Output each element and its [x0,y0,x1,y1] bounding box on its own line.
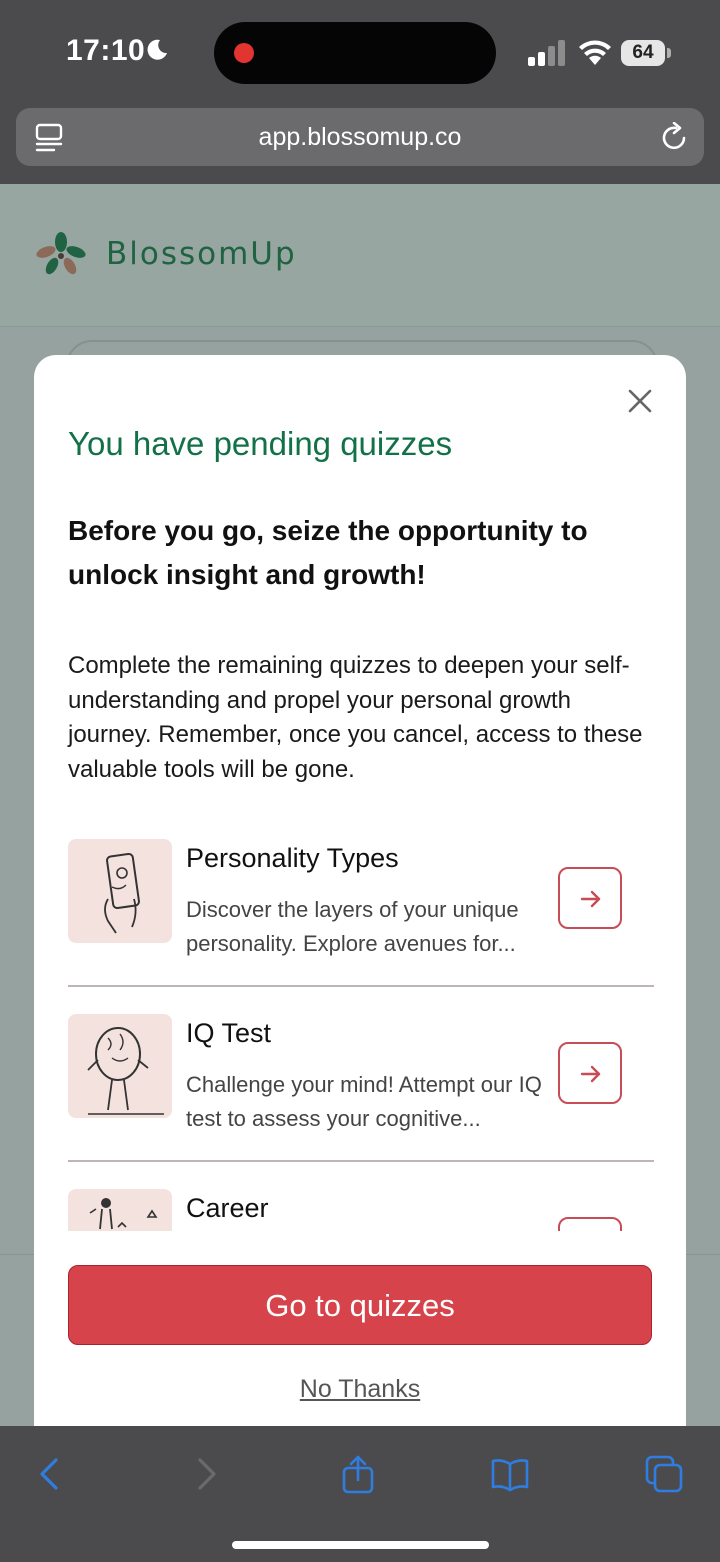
quiz-item-iq-test[interactable]: IQ Test Challenge your mind! Attempt our… [68,1014,654,1189]
moon-icon [147,39,167,60]
home-indicator [232,1541,489,1549]
signal-icon [528,40,565,66]
divider [68,985,654,987]
modal-body-text: Complete the remaining quizzes to deepen… [68,652,643,783]
modal-subtitle: Before you go, seize the opportunity to … [68,515,588,590]
modal-title: You have pending quizzes [68,425,453,462]
battery-level: 64 [621,40,665,66]
divider [68,1160,654,1162]
url-text[interactable]: app.blossomup.co [16,108,704,166]
browser-chrome: 17:10 64 app.blossomup.co [0,0,720,184]
quiz-thumbnail [68,839,172,943]
quiz-description: Challenge your mind! Attempt our IQ test… [186,1072,542,1131]
recording-indicator [234,43,254,63]
address-bar[interactable]: app.blossomup.co [16,108,704,166]
quiz-thumbnail [68,1189,172,1231]
battery-icon: 64 [621,40,673,66]
no-thanks-link[interactable]: No Thanks [34,1375,686,1404]
career-illustration-icon [89,1198,158,1230]
quiz-item-personality-types[interactable]: Personality Types Discover the layers of… [68,839,654,1014]
arrow-right-icon [580,1065,601,1083]
status-time: 17:10 [66,34,146,67]
wifi-icon [579,40,611,65]
share-icon[interactable] [338,1454,378,1494]
go-to-quizzes-button[interactable]: Go to quizzes [68,1265,652,1345]
quiz-title: Personality Types [186,843,399,873]
brain-character-illustration-icon [87,1027,164,1115]
quiz-title: Career [186,1193,269,1223]
tabs-icon[interactable] [644,1454,684,1494]
close-icon[interactable] [624,385,656,417]
forward-icon[interactable] [186,1454,226,1494]
dynamic-island [214,22,496,84]
open-quiz-button[interactable] [558,867,622,929]
brand-name: BlossomUp [106,236,297,272]
battery-tip [667,48,671,58]
open-quiz-button[interactable] [558,1042,622,1104]
quiz-title: IQ Test [186,1018,272,1048]
quiz-item-career[interactable]: Career [68,1189,654,1231]
phone-hand-illustration-icon [104,852,140,934]
quiz-list[interactable]: Personality Types Discover the layers of… [68,839,654,1231]
arrow-right-icon [580,890,601,908]
bookmarks-icon[interactable] [490,1454,530,1494]
reload-icon[interactable] [660,122,690,152]
open-quiz-button[interactable] [558,1217,622,1231]
quiz-thumbnail [68,1014,172,1118]
back-icon[interactable] [30,1454,70,1494]
pending-quizzes-modal: You have pending quizzes Before you go, … [34,355,686,1455]
reader-icon[interactable] [34,122,64,154]
logo-flower-icon [36,232,86,275]
quiz-description: Discover the layers of your unique perso… [186,897,519,956]
